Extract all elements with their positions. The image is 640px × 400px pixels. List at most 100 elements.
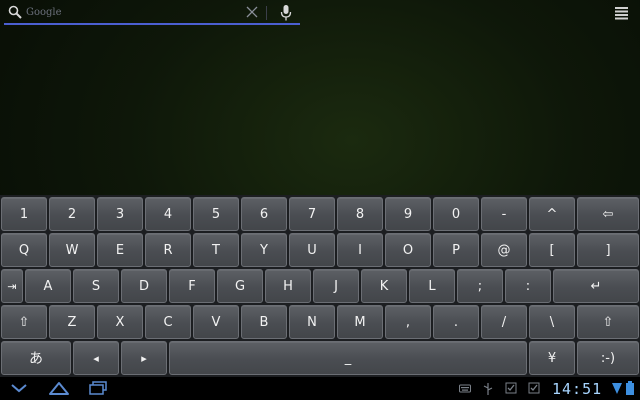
- key-1[interactable]: 1: [1, 197, 47, 231]
- input-mode-key[interactable]: あ: [1, 341, 71, 375]
- key-label: 6: [259, 206, 269, 222]
- key-label: @: [497, 242, 511, 258]
- key-label: ]: [605, 242, 611, 258]
- key-yen[interactable]: ¥: [529, 341, 575, 375]
- cursor-left-key[interactable]: ◂: [73, 341, 119, 375]
- key-label: \: [549, 314, 555, 330]
- key-semicolon[interactable]: ;: [457, 269, 503, 303]
- key-t[interactable]: T: [193, 233, 239, 267]
- shift-key-left[interactable]: ⇧: [1, 305, 47, 339]
- key-period[interactable]: .: [433, 305, 479, 339]
- home-icon[interactable]: [48, 380, 70, 396]
- key-label: 7: [307, 206, 317, 222]
- menu-icon[interactable]: [614, 6, 630, 20]
- key-8[interactable]: 8: [337, 197, 383, 231]
- key-j[interactable]: J: [313, 269, 359, 303]
- key-label: H: [283, 278, 293, 294]
- key-p[interactable]: P: [433, 233, 479, 267]
- key-label: -: [501, 206, 507, 222]
- key-h[interactable]: H: [265, 269, 311, 303]
- arrow-right-icon: ▸: [141, 351, 147, 365]
- key-label: V: [211, 314, 221, 330]
- key-label: L: [428, 278, 436, 294]
- key-colon[interactable]: :: [505, 269, 551, 303]
- key-label: R: [163, 242, 173, 258]
- key-g[interactable]: G: [217, 269, 263, 303]
- key-label: 3: [115, 206, 125, 222]
- microphone-icon[interactable]: [280, 4, 292, 22]
- tab-key[interactable]: ⇥: [1, 269, 23, 303]
- key-m[interactable]: M: [337, 305, 383, 339]
- key-comma[interactable]: ,: [385, 305, 431, 339]
- tab-icon: ⇥: [7, 279, 17, 293]
- key-label: Z: [67, 314, 77, 330]
- key-minus[interactable]: -: [481, 197, 527, 231]
- key-w[interactable]: W: [49, 233, 95, 267]
- key-open-bracket[interactable]: [: [529, 233, 575, 267]
- key-a[interactable]: A: [25, 269, 71, 303]
- key-n[interactable]: N: [289, 305, 335, 339]
- search-icon[interactable]: [8, 5, 22, 19]
- key-at[interactable]: @: [481, 233, 527, 267]
- shift-icon: ⇧: [602, 314, 614, 330]
- key-c[interactable]: C: [145, 305, 191, 339]
- back-icon[interactable]: [10, 382, 28, 394]
- key-caret[interactable]: ^: [529, 197, 575, 231]
- key-close-bracket[interactable]: ]: [577, 233, 639, 267]
- key-e[interactable]: E: [97, 233, 143, 267]
- key-6[interactable]: 6: [241, 197, 287, 231]
- key-label: W: [65, 242, 79, 258]
- keyboard-icon[interactable]: [459, 384, 471, 394]
- key-9[interactable]: 9: [385, 197, 431, 231]
- shift-key-right[interactable]: ⇧: [577, 305, 639, 339]
- key-label: D: [138, 278, 149, 294]
- emoticon-key[interactable]: :-): [577, 341, 639, 375]
- enter-key[interactable]: ↵: [553, 269, 639, 303]
- key-label: ^: [546, 206, 558, 222]
- key-x[interactable]: X: [97, 305, 143, 339]
- key-label: 1: [19, 206, 29, 222]
- key-label: N: [307, 314, 317, 330]
- key-label: B: [259, 314, 269, 330]
- key-s[interactable]: S: [73, 269, 119, 303]
- close-icon[interactable]: [246, 6, 258, 18]
- key-label: Y: [260, 242, 268, 258]
- key-7[interactable]: 7: [289, 197, 335, 231]
- key-label: 2: [67, 206, 77, 222]
- key-o[interactable]: O: [385, 233, 431, 267]
- key-label: あ: [29, 351, 43, 367]
- key-label: 4: [163, 206, 173, 222]
- key-u[interactable]: U: [289, 233, 335, 267]
- key-5[interactable]: 5: [193, 197, 239, 231]
- recent-apps-icon[interactable]: [88, 381, 108, 395]
- key-backslash[interactable]: \: [529, 305, 575, 339]
- backspace-key[interactable]: ⇦: [577, 197, 639, 231]
- key-q[interactable]: Q: [1, 233, 47, 267]
- key-i[interactable]: I: [337, 233, 383, 267]
- cursor-right-key[interactable]: ▸: [121, 341, 167, 375]
- key-0[interactable]: 0: [433, 197, 479, 231]
- key-label: E: [115, 242, 125, 258]
- battery-icon: [626, 381, 634, 395]
- wifi-icon: [612, 383, 622, 394]
- key-2[interactable]: 2: [49, 197, 95, 231]
- clock[interactable]: 14:51: [552, 380, 602, 398]
- key-4[interactable]: 4: [145, 197, 191, 231]
- key-r[interactable]: R: [145, 233, 191, 267]
- search-input[interactable]: [26, 4, 240, 20]
- key-label: T: [212, 242, 220, 258]
- key-l[interactable]: L: [409, 269, 455, 303]
- key-3[interactable]: 3: [97, 197, 143, 231]
- key-label: .: [453, 314, 459, 330]
- key-slash[interactable]: /: [481, 305, 527, 339]
- space-key[interactable]: _: [169, 341, 527, 375]
- key-v[interactable]: V: [193, 305, 239, 339]
- key-z[interactable]: Z: [49, 305, 95, 339]
- key-label: ,: [405, 314, 411, 330]
- key-b[interactable]: B: [241, 305, 287, 339]
- key-k[interactable]: K: [361, 269, 407, 303]
- key-d[interactable]: D: [121, 269, 167, 303]
- key-label: S: [91, 278, 101, 294]
- key-f[interactable]: F: [169, 269, 215, 303]
- key-y[interactable]: Y: [241, 233, 287, 267]
